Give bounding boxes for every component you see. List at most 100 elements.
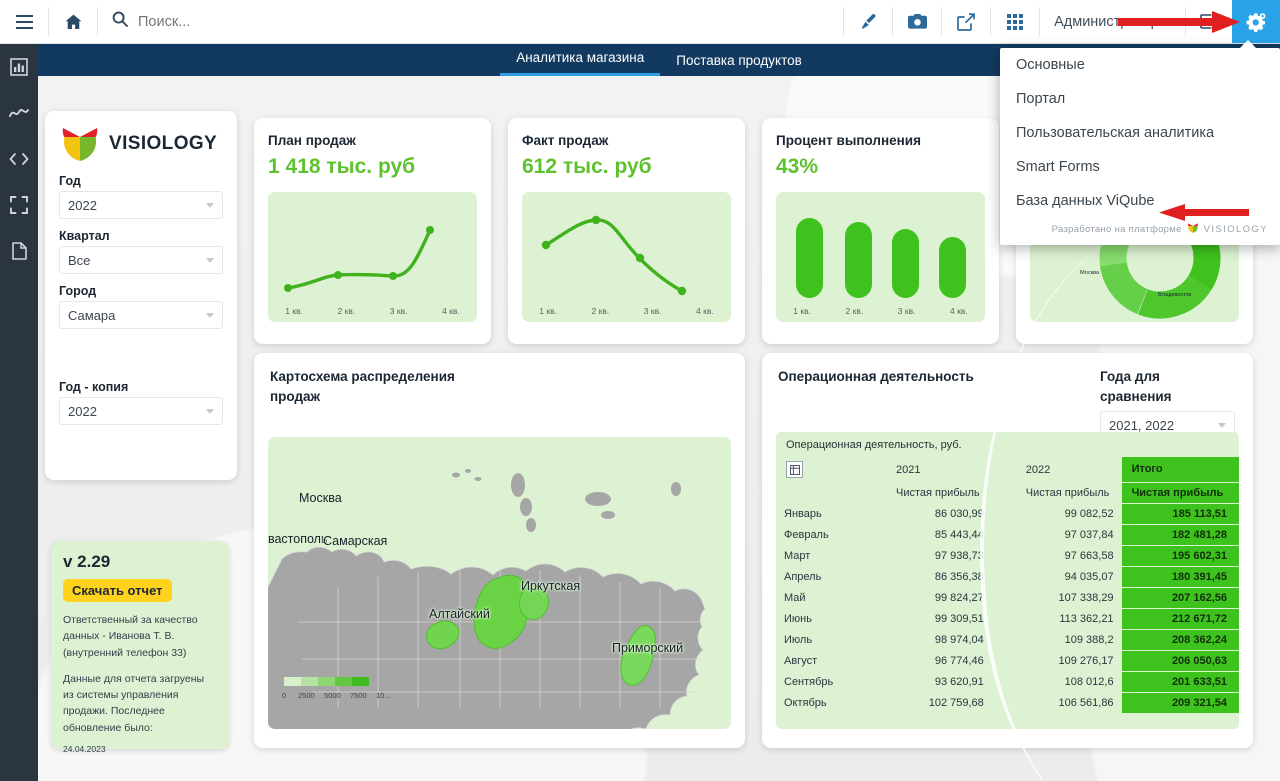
filter-select-god-kopiya[interactable]: 2022 xyxy=(59,397,223,425)
filter-label-god: Год xyxy=(59,174,81,188)
search-input[interactable] xyxy=(138,13,438,30)
cell-total: 195 602,31 xyxy=(1121,545,1239,567)
table-metric-total: Чистая прибыль xyxy=(1121,482,1239,504)
cell-2022: 113 362,21 xyxy=(1059,612,1114,625)
filter-label-kvartal: Квартал xyxy=(59,229,110,243)
svg-text:10...: 10... xyxy=(376,691,391,700)
search-icon xyxy=(112,11,128,32)
compare-years-filter: Года для сравнения 2021, 2022 xyxy=(1100,367,1235,440)
filter-value-gorod: Самара xyxy=(68,307,116,323)
kpi-value: 1 418 тыс. руб xyxy=(268,154,416,178)
table-row: Январь 86 030,99 99 082,52 185 113,51 xyxy=(776,503,1239,525)
menu-item-osnovnye[interactable]: Основные xyxy=(1000,48,1280,82)
search-box[interactable] xyxy=(98,0,843,43)
chevron-down-icon xyxy=(206,313,214,318)
footer-text: Разработано на платформе xyxy=(1051,224,1182,235)
kpi-title: Факт продаж xyxy=(522,133,609,148)
donut-label-vladivostok: Владивосток xyxy=(1158,292,1192,298)
dropdown-arrow xyxy=(1239,40,1257,49)
cell-total: 207 162,56 xyxy=(1121,587,1239,609)
operational-table-wrapper[interactable]: Операционная деятельность, руб. 2021 202… xyxy=(776,432,1239,729)
annotation-arrow-to-viqube xyxy=(1159,203,1249,223)
axis-tick: 3 кв. xyxy=(643,306,662,316)
left-icon-rail xyxy=(0,44,38,781)
russia-choropleth-map[interactable]: 02500 50007500 10... Москва Севастополь … xyxy=(268,437,731,729)
map-label-samarskaya: Самарская xyxy=(323,534,388,548)
filter-select-gorod[interactable]: Самара xyxy=(59,301,223,329)
map-label-primorsky: Приморский xyxy=(612,641,684,655)
chevron-down-icon xyxy=(206,258,214,263)
data-source-text: Данные для отчета загруены из системы уп… xyxy=(63,672,205,734)
kpi-card-completion-percent: Процент выполнения 43% 1 кв. 2 кв. 3 кв.… xyxy=(762,118,999,344)
map-label-moscow: Москва xyxy=(299,491,342,505)
compare-years-select[interactable]: 2021, 2022 xyxy=(1100,411,1235,440)
cell-total: 185 113,51 xyxy=(1121,503,1239,525)
chevron-down-icon xyxy=(206,203,214,208)
filter-select-kvartal[interactable]: Все xyxy=(59,246,223,274)
download-report-button[interactable]: Скачать отчет xyxy=(63,579,172,602)
cell-total: 182 481,28 xyxy=(1121,524,1239,546)
cell-2022: 97 663,58 xyxy=(1064,549,1114,562)
cell-2022: 107 338,29 xyxy=(1058,591,1114,604)
fullscreen-icon[interactable] xyxy=(6,192,32,218)
kpi-card-fact-sales: Факт продаж 612 тыс. руб 1 кв. 2 кв. 3 к… xyxy=(508,118,745,344)
hamburger-icon[interactable] xyxy=(0,0,48,43)
table-row: Май 99 824,27 107 338,29 207 162,56 xyxy=(776,587,1239,609)
menu-item-smart-forms[interactable]: Smart Forms xyxy=(1000,150,1280,184)
apps-grid-icon[interactable] xyxy=(991,0,1039,43)
top-toolbar: Администратор ▾ xyxy=(0,0,1280,44)
cell-total: 209 321,54 xyxy=(1121,692,1239,714)
svg-text:0: 0 xyxy=(282,691,286,700)
table-row: Август 96 774,46 109 276,17 206 050,63 xyxy=(776,650,1239,672)
filter-select-god[interactable]: 2022 xyxy=(59,191,223,219)
axis-tick: 2 кв. xyxy=(337,306,356,316)
cell-2022: 106 561,86 xyxy=(1058,696,1114,709)
menu-item-user-analytics[interactable]: Пользовательская аналитика xyxy=(1000,116,1280,150)
camera-icon[interactable] xyxy=(893,0,941,43)
menu-item-portal[interactable]: Портал xyxy=(1000,82,1280,116)
brush-icon[interactable] xyxy=(844,0,892,43)
axis-tick: 1 кв. xyxy=(539,306,557,316)
table-row: Апрель 86 356,38 94 035,07 180 391,45 xyxy=(776,566,1239,588)
code-icon[interactable] xyxy=(6,146,32,172)
document-icon[interactable] xyxy=(6,238,32,264)
visiology-logo: VISIOLOGY xyxy=(59,124,223,164)
table-row: Февраль 85 443,44 97 037,84 182 481,28 xyxy=(776,524,1239,546)
bar-chart-icon[interactable] xyxy=(6,54,32,80)
report-info-card: v 2.29 Скачать отчет Ответственный за ка… xyxy=(51,541,229,754)
table-grid-icon[interactable] xyxy=(776,457,862,482)
plan-sales-line-chart: 1 кв. 2 кв. 3 кв. 4 кв. xyxy=(268,192,477,322)
last-update-date: 24.04.2023 xyxy=(63,743,106,754)
annotation-arrow-to-gear xyxy=(1118,9,1240,35)
cell-2022: 108 012,6 xyxy=(1064,675,1114,688)
filter-value-god: 2022 xyxy=(68,197,97,213)
chevron-down-icon xyxy=(1218,423,1226,429)
kpi-title: Процент выполнения xyxy=(776,133,921,148)
cell-total: 208 362,24 xyxy=(1121,629,1239,651)
cell-2022: 109 276,17 xyxy=(1058,654,1114,667)
filter-label-gorod: Город xyxy=(59,284,97,298)
cell-total: 201 633,51 xyxy=(1121,671,1239,693)
version-label: v 2.29 xyxy=(63,552,111,571)
cell-month: Июль xyxy=(784,633,813,646)
axis-tick: 2 кв. xyxy=(591,306,610,316)
tab-product-supply[interactable]: Поставка продуктов xyxy=(660,49,818,76)
footer-brand: VISIOLOGY xyxy=(1203,224,1268,235)
cell-2021: 86 356,38 xyxy=(934,570,984,583)
table-metric-2021: Чистая прибыль xyxy=(896,486,980,499)
table-row: Октябрь 102 759,68 106 561,86 209 321,54 xyxy=(776,692,1239,714)
tab-store-analytics[interactable]: Аналитика магазина xyxy=(500,46,661,76)
axis-tick: 4 кв. xyxy=(696,306,714,316)
svg-text:5000: 5000 xyxy=(324,691,341,700)
compare-years-label: Года для сравнения xyxy=(1100,369,1172,404)
axis-tick: 4 кв. xyxy=(950,306,968,316)
cell-2021: 93 620,91 xyxy=(934,675,984,688)
cell-month: Август xyxy=(784,654,818,667)
external-link-icon[interactable] xyxy=(942,0,990,43)
map-svg: 0 2500 5000 7500 10... xyxy=(268,469,708,729)
filter-value-god-kopiya: 2022 xyxy=(68,403,97,419)
cell-2021: 99 824,27 xyxy=(934,591,984,604)
cell-month: Май xyxy=(784,591,806,604)
home-icon[interactable] xyxy=(49,0,97,43)
line-chart-icon[interactable] xyxy=(6,100,32,126)
